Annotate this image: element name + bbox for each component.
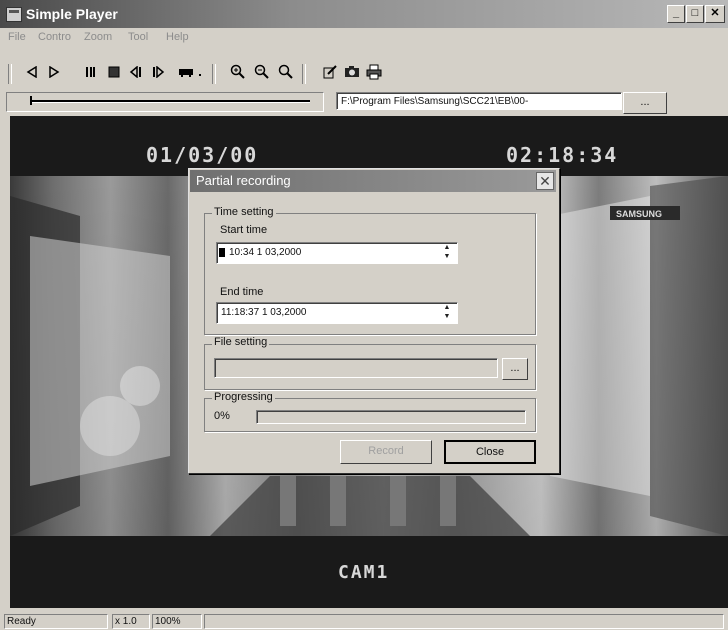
file-path-field[interactable]: F:\Program Files\Samsung\SCC21\EB\00-	[336, 92, 622, 110]
menu-bar: File Contro Zoom Tool Help	[0, 28, 728, 48]
menu-tool[interactable]: Tool	[128, 31, 148, 43]
stop-icon[interactable]	[104, 62, 124, 82]
zoom-out-icon[interactable]	[252, 62, 272, 82]
menu-control[interactable]: Contro	[38, 31, 71, 43]
record-button[interactable]: Record	[340, 440, 432, 464]
dialog-title: Partial recording	[196, 173, 291, 188]
progress-percent: 0%	[214, 410, 230, 422]
seek-thumb[interactable]	[30, 96, 32, 105]
osd-time: 02:18:34	[506, 143, 619, 167]
start-time-value: 10:34 1 03,2000	[229, 247, 302, 258]
window-title: Simple Player	[26, 6, 118, 22]
seek-bar[interactable]	[30, 100, 310, 103]
menu-help[interactable]: Help	[166, 31, 189, 43]
dialog-close-icon[interactable]: ✕	[536, 172, 554, 190]
channel-select-icon[interactable]	[176, 62, 208, 82]
title-bar: Simple Player	[0, 0, 728, 28]
end-time-spinner-icon[interactable]: ▲ ▼	[440, 303, 454, 323]
menu-zoom[interactable]: Zoom	[84, 31, 112, 43]
close-dialog-button[interactable]: Close	[444, 440, 536, 464]
app-icon	[6, 7, 22, 22]
zoom-in-icon[interactable]	[228, 62, 248, 82]
file-browse-button[interactable]: ...	[502, 358, 528, 380]
osd-camera-label: CAM1	[338, 562, 390, 583]
rewind-icon[interactable]	[22, 62, 42, 82]
close-button[interactable]: ✕	[705, 5, 725, 23]
start-time-field[interactable]: 10:34 1 03,2000	[216, 242, 458, 264]
svg-text:SAMSUNG: SAMSUNG	[616, 209, 662, 219]
snapshot-icon[interactable]	[342, 62, 362, 82]
status-zoom: 100%	[152, 614, 202, 629]
end-time-value: 11:18:37 1 03,2000	[221, 307, 307, 318]
status-ready: Ready	[4, 614, 108, 629]
start-time-spinner-icon[interactable]: ▲ ▼	[440, 243, 454, 263]
play-icon[interactable]	[44, 62, 64, 82]
print-icon[interactable]	[364, 62, 384, 82]
progressing-legend: Progressing	[212, 391, 275, 403]
time-setting-legend: Time setting	[212, 206, 276, 218]
maximize-button[interactable]: □	[686, 5, 704, 23]
end-time-field[interactable]: 11:18:37 1 03,2000	[216, 302, 458, 324]
end-time-label: End time	[220, 286, 264, 298]
menu-file[interactable]: File	[8, 31, 26, 43]
osd-date: 01/03/00	[146, 143, 259, 167]
zoom-fit-icon[interactable]	[276, 62, 296, 82]
status-speed: x 1.0	[112, 614, 150, 629]
step-back-icon[interactable]	[126, 62, 146, 82]
text-cursor	[219, 248, 225, 257]
edit-icon[interactable]	[320, 62, 340, 82]
toolbar-separator	[8, 64, 12, 84]
toolbar-separator	[212, 64, 216, 84]
browse-path-button[interactable]: ...	[623, 92, 667, 114]
minimize-button[interactable]: _	[667, 5, 685, 23]
file-name-field[interactable]	[214, 358, 498, 378]
toolbar-separator	[302, 64, 306, 84]
progress-bar	[256, 410, 526, 424]
file-setting-legend: File setting	[212, 336, 270, 348]
pause-icon[interactable]	[80, 62, 100, 82]
status-extra	[204, 614, 724, 629]
start-time-label: Start time	[220, 224, 268, 236]
step-forward-icon[interactable]	[148, 62, 168, 82]
